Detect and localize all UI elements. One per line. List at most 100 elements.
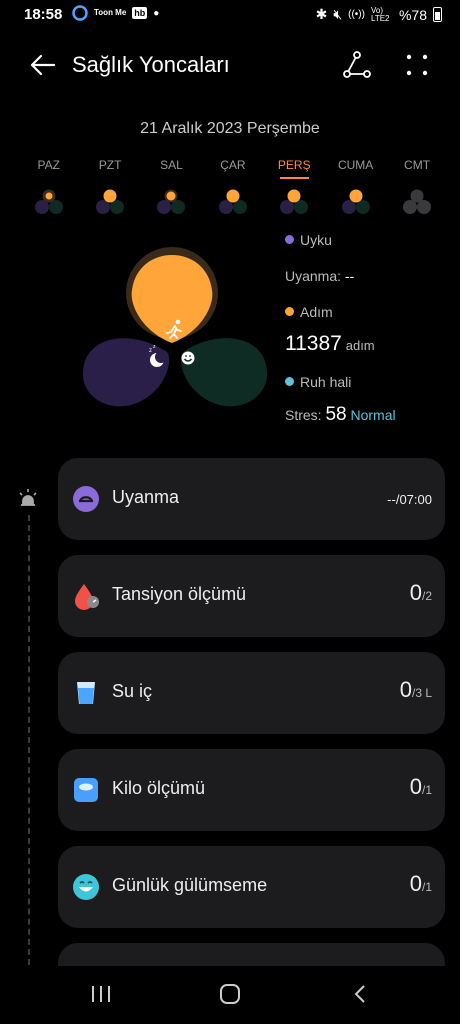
toonme-icon: Toon Me: [94, 8, 127, 17]
card-current: 0: [409, 871, 422, 896]
card-value: 0/1: [410, 774, 432, 800]
card-current: 0: [409, 774, 422, 799]
wake-label: Uyanma:: [285, 268, 342, 284]
mini-clover-icon: [157, 189, 186, 214]
hb-icon: hb: [132, 7, 148, 19]
card-value: --/07:00: [387, 492, 432, 507]
bluetooth-icon: ✱: [315, 6, 328, 22]
selected-date: 21 Aralık 2023 Perşembe: [140, 120, 320, 137]
card-name: Su iç: [112, 681, 153, 701]
day-paz[interactable]: PAZ: [18, 158, 79, 216]
svg-text:z: z: [149, 348, 152, 354]
week-day-selector: PAZ PZT SAL ÇAR PERŞ CUMA CMT: [18, 158, 448, 216]
page-title: Sağlık Yoncaları: [72, 52, 230, 77]
card-daily-smile[interactable]: Günlük gülümseme 0/1: [58, 846, 445, 928]
steps-dot: [285, 307, 294, 316]
stress-status: Normal: [350, 407, 396, 423]
card-weight[interactable]: Kilo ölçümü 0/1: [58, 749, 445, 831]
mood-label: Ruh hali: [300, 374, 352, 390]
back-nav-icon[interactable]: [350, 984, 372, 1004]
status-bar: 18:58 Toon Me hb ● ✱ 🔇︎ ((•)) Vo) LTE2 %…: [0, 0, 460, 32]
card-target: /3 L: [411, 686, 432, 700]
card-name: Tansiyon ölçümü: [112, 584, 247, 604]
wake-value: --: [344, 268, 355, 284]
smile-icon: [73, 874, 99, 900]
legend-stress: Stres: 58 Normal: [285, 404, 396, 426]
mood-leaf: [180, 338, 268, 407]
steps-unit: adım: [345, 338, 375, 353]
day-label: CUMA: [337, 158, 374, 172]
water-glass-icon: [77, 682, 95, 704]
legend-mood: Ruh hali: [285, 374, 351, 390]
blood-pressure-icon: [75, 584, 99, 610]
card-name: Günlük gülümseme: [112, 875, 268, 895]
day-pzt[interactable]: PZT: [79, 158, 140, 216]
alarm-icon: [73, 486, 99, 512]
day-sal[interactable]: SAL: [141, 158, 202, 216]
home-icon[interactable]: [219, 984, 241, 1004]
mini-clover-icon: [218, 189, 247, 214]
card-blood-pressure[interactable]: Tansiyon ölçümü 0/2: [58, 555, 445, 637]
card-current: 0: [409, 580, 422, 605]
day-pers[interactable]: PERŞ: [264, 158, 325, 216]
more-options-icon[interactable]: [404, 52, 430, 78]
day-label: ÇAR: [220, 158, 246, 172]
signal-label: Vo) LTE2: [370, 5, 390, 23]
scale-icon: [74, 778, 98, 802]
mini-clover-icon: [403, 189, 432, 214]
card-value: 0/2: [410, 580, 432, 606]
sleep-label: Uyku: [300, 232, 332, 248]
card-target: /07:00: [395, 492, 432, 507]
card-current: 0: [399, 677, 412, 702]
stress-label: Stres:: [285, 407, 322, 423]
sleep-leaf: [82, 338, 170, 407]
system-nav-bar: [0, 966, 460, 1024]
card-value: 0/1: [410, 871, 432, 897]
day-label: PZT: [98, 158, 122, 172]
mood-dot: [285, 377, 294, 386]
stress-value: 58: [325, 404, 347, 425]
status-time: 18:58: [24, 6, 63, 23]
card-name: Kilo ölçümü: [112, 778, 206, 798]
day-label: PERŞ: [264, 158, 325, 178]
health-clover-chart[interactable]: zz: [75, 245, 275, 425]
back-arrow-icon[interactable]: [28, 50, 58, 80]
recent-apps-icon[interactable]: [90, 984, 112, 1004]
day-label: PAZ: [37, 158, 60, 172]
mini-clover-icon: [280, 189, 309, 214]
legend-wake: Uyanma: --: [285, 268, 354, 284]
battery-percent: %78: [398, 6, 427, 23]
steps-value: 11387: [285, 332, 342, 355]
share-icon[interactable]: [342, 50, 372, 80]
day-label: CMT: [404, 158, 431, 172]
sleep-dot: [285, 235, 294, 244]
card-water[interactable]: Su iç 0/3 L: [58, 652, 445, 734]
legend-steps: Adım: [285, 304, 333, 320]
timeline-alarm-icon: [19, 489, 37, 506]
card-wake[interactable]: Uyanma --/07:00: [58, 458, 445, 540]
more-notifications-icon: ●: [153, 7, 160, 19]
card-target: /2: [421, 589, 432, 603]
legend-sleep: Uyku: [285, 232, 332, 248]
day-cmt[interactable]: CMT: [386, 158, 447, 216]
legend-steps-value: 11387 adım: [285, 332, 375, 356]
day-cuma[interactable]: CUMA: [325, 158, 386, 216]
card-current: --: [387, 492, 396, 507]
mini-clover-icon: [341, 189, 370, 214]
card-name: Uyanma: [112, 487, 180, 507]
wifi-icon: ((•)): [348, 9, 365, 20]
day-label: SAL: [160, 158, 183, 172]
card-value: 0/3 L: [400, 677, 432, 703]
timeline-line: [28, 515, 30, 965]
card-target: /1: [421, 783, 432, 797]
mute-icon: 🔇︎: [333, 6, 343, 22]
day-car[interactable]: ÇAR: [202, 158, 263, 216]
mini-clover-icon: [96, 189, 125, 214]
mood-smile-icon: [181, 351, 195, 365]
battery-icon: [433, 7, 442, 22]
card-target: /1: [421, 880, 432, 894]
steps-label: Adım: [300, 304, 333, 320]
mini-clover-icon: [34, 189, 63, 214]
app-bar: Sağlık Yoncaları: [0, 40, 460, 90]
notification-app-icon: [72, 5, 88, 21]
